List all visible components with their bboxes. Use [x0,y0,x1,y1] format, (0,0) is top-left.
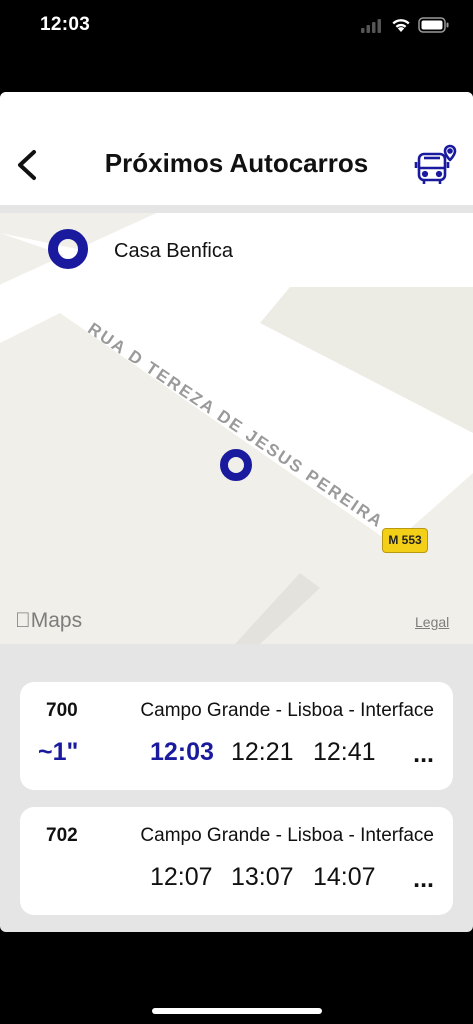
departure-time: 12:07 [150,863,213,891]
eta-minutes: ~1" [38,738,79,766]
departure-card[interactable]: 700 Campo Grande - Lisboa - Interface ~1… [20,682,453,790]
apple-logo-icon:  [15,609,31,632]
departure-card[interactable]: 702 Campo Grande - Lisboa - Interface 12… [20,807,453,915]
status-time: 12:03 [40,14,91,35]
line-number: 700 [46,700,78,721]
map-view[interactable]: RUA D TEREZA DE JESUS PEREIRA M 553 Map… [0,213,473,644]
bus-location-icon [414,144,457,184]
status-icons [361,17,449,33]
page-title: Próximos Autocarros [104,148,369,178]
apple-maps-logo: Maps [15,609,82,632]
stop-icon [48,229,88,269]
destination: Campo Grande - Lisboa - Interface [140,825,434,846]
destination: Campo Grande - Lisboa - Interface [140,700,434,721]
departure-time: 13:07 [231,863,294,891]
stop-name: Casa Benfica [114,240,233,262]
nav-bar: Próximos Autocarros [0,92,473,205]
wifi-icon [392,19,410,32]
departure-times: 12:07 13:07 14:07 [150,863,395,892]
status-bar: 12:03 [0,0,473,52]
departure-times: 12:03 12:21 12:41 [150,738,395,767]
departure-time: 12:21 [231,738,294,766]
line-number: 702 [46,825,78,846]
route-badge: M 553 [382,528,428,553]
stop-marker[interactable] [219,448,253,482]
more-times-button[interactable]: ... [413,740,434,769]
home-indicator[interactable] [152,1008,322,1014]
bus-location-button[interactable] [414,144,458,186]
legal-link[interactable]: Legal [415,614,449,630]
cellular-signal-icon [361,19,381,33]
departure-time: 12:03 [150,738,214,766]
departure-time: 14:07 [313,863,376,891]
battery-icon [418,17,449,33]
more-times-button[interactable]: ... [413,865,434,894]
departure-time: 12:41 [313,738,376,766]
